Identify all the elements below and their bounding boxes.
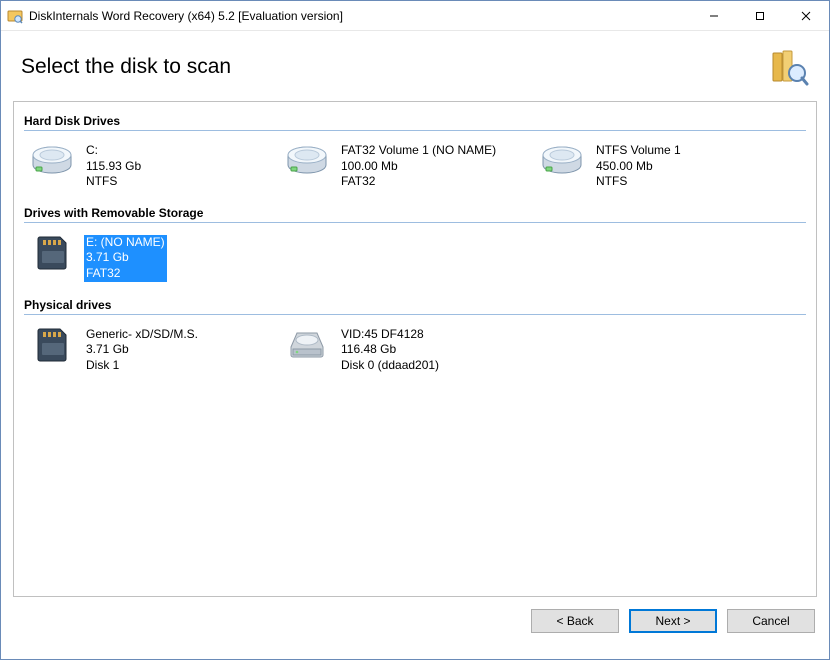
minimize-button[interactable] (691, 1, 737, 31)
drive-size: 115.93 Gb (84, 159, 143, 175)
physical-row: Generic- xD/SD/M.S. 3.71 Gb Disk 1 VID:4… (24, 321, 806, 380)
cancel-button[interactable]: Cancel (727, 609, 815, 633)
drive-item-c[interactable]: C: 115.93 Gb NTFS (24, 137, 279, 196)
section-title-physical: Physical drives (24, 298, 806, 312)
drive-fs: NTFS (594, 174, 683, 190)
back-button[interactable]: < Back (531, 609, 619, 633)
titlebar: DiskInternals Word Recovery (x64) 5.2 [E… (1, 1, 829, 31)
hard-drive-icon (540, 141, 584, 181)
sd-card-icon (30, 233, 74, 273)
drive-item-disk1[interactable]: Generic- xD/SD/M.S. 3.71 Gb Disk 1 (24, 321, 279, 380)
physical-disk-icon (285, 325, 329, 365)
drive-item-e[interactable]: E: (NO NAME) 3.71 Gb FAT32 (24, 229, 279, 288)
drive-labels: C: 115.93 Gb NTFS (82, 141, 145, 192)
section-title-hdd: Hard Disk Drives (24, 114, 806, 128)
drive-labels: Generic- xD/SD/M.S. 3.71 Gb Disk 1 (82, 325, 202, 376)
app-icon (7, 8, 23, 24)
drive-fs: FAT32 (84, 266, 167, 282)
drive-fs: NTFS (84, 174, 143, 190)
drive-size: 3.71 Gb (84, 250, 167, 266)
removable-row: E: (NO NAME) 3.71 Gb FAT32 (24, 229, 806, 288)
drive-labels: NTFS Volume 1 450.00 Mb NTFS (592, 141, 685, 192)
drive-item-ntfsvol1[interactable]: NTFS Volume 1 450.00 Mb NTFS (534, 137, 789, 196)
wizard-footer: < Back Next > Cancel (1, 597, 829, 633)
drive-name: C: (84, 143, 143, 159)
drive-fs: Disk 1 (84, 358, 200, 374)
drive-name: FAT32 Volume 1 (NO NAME) (339, 143, 498, 159)
drive-labels: VID:45 DF4128 116.48 Gb Disk 0 (ddaad201… (337, 325, 443, 376)
maximize-button[interactable] (737, 1, 783, 31)
drive-name: Generic- xD/SD/M.S. (84, 327, 200, 343)
divider (24, 130, 806, 131)
drive-size: 100.00 Mb (339, 159, 498, 175)
drive-labels: FAT32 Volume 1 (NO NAME) 100.00 Mb FAT32 (337, 141, 500, 192)
drive-size: 3.71 Gb (84, 342, 200, 358)
drive-name: E: (NO NAME) (84, 235, 167, 251)
drive-size: 450.00 Mb (594, 159, 683, 175)
hard-drive-icon (285, 141, 329, 181)
drive-labels: E: (NO NAME) 3.71 Gb FAT32 (82, 233, 169, 284)
page-header: Select the disk to scan (1, 31, 829, 101)
section-title-removable: Drives with Removable Storage (24, 206, 806, 220)
drive-name: NTFS Volume 1 (594, 143, 683, 159)
drive-item-disk0[interactable]: VID:45 DF4128 116.48 Gb Disk 0 (ddaad201… (279, 321, 534, 380)
drive-fs: Disk 0 (ddaad201) (339, 358, 441, 374)
hard-drive-icon (30, 141, 74, 181)
page-title: Select the disk to scan (21, 55, 769, 79)
divider (24, 222, 806, 223)
divider (24, 314, 806, 315)
drive-item-fat32vol1[interactable]: FAT32 Volume 1 (NO NAME) 100.00 Mb FAT32 (279, 137, 534, 196)
drive-size: 116.48 Gb (339, 342, 441, 358)
drive-fs: FAT32 (339, 174, 498, 190)
sd-card-icon (30, 325, 74, 365)
close-button[interactable] (783, 1, 829, 31)
hdd-row: C: 115.93 Gb NTFS FAT32 Volume 1 (NO NAM… (24, 137, 806, 196)
disk-list-panel: Hard Disk Drives C: 115.93 Gb NTFS FAT32… (13, 101, 817, 597)
next-button[interactable]: Next > (629, 609, 717, 633)
header-search-icon (769, 47, 809, 87)
drive-name: VID:45 DF4128 (339, 327, 441, 343)
window-title: DiskInternals Word Recovery (x64) 5.2 [E… (29, 9, 691, 23)
